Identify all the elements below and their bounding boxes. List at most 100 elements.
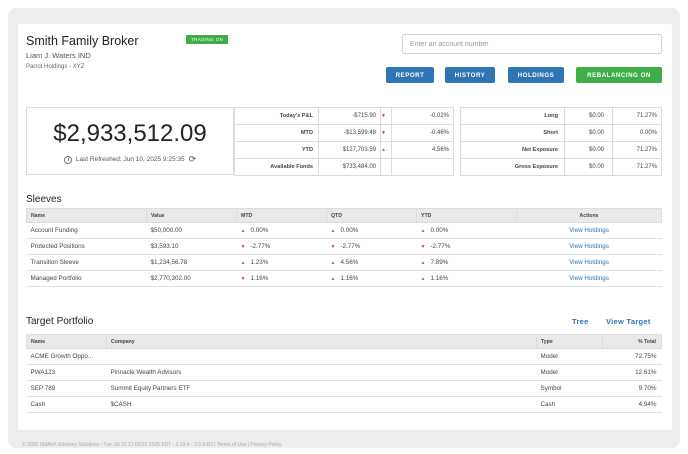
target-company: Pinnacle Wealth Advisors xyxy=(106,364,537,381)
arrow-up-icon: ▲ xyxy=(330,228,336,234)
pnl-table: Today's P&L -$715.90 ▼ -0.02% MTD -$13,5… xyxy=(234,107,455,176)
account-card: Smith Family Broker TRADING ON Liam J. W… xyxy=(18,24,672,430)
sleeve-name: Account Funding xyxy=(26,222,147,239)
exposure-row: Short $0.00 0.00% xyxy=(460,124,662,142)
arrow-down-icon: ▼ xyxy=(240,276,246,282)
pnl-value: -$13,599.48 xyxy=(318,124,381,142)
column-header: Type xyxy=(536,334,603,349)
pnl-value: $733,484.00 xyxy=(318,158,381,176)
view-holdings-link[interactable]: View Holdings xyxy=(569,259,609,266)
arrow-up-icon: ▲ xyxy=(420,260,426,266)
sleeve-mtd-value: -2.77% xyxy=(250,243,271,250)
pnl-value: -$715.90 xyxy=(318,107,381,125)
target-total: 4.94% xyxy=(602,396,662,413)
view-holdings-link[interactable]: View Holdings xyxy=(569,243,609,250)
column-header: QTD xyxy=(326,208,417,223)
account-search-input[interactable] xyxy=(402,34,662,54)
report-button[interactable]: REPORT xyxy=(386,67,434,83)
arrow-up-icon: ▲ xyxy=(330,260,336,266)
exposure-row: Gross Exposure $0.00 71.27% xyxy=(460,158,662,176)
view-target-link[interactable]: View Target xyxy=(606,317,651,326)
history-button[interactable]: HISTORY xyxy=(445,67,495,83)
column-header: Name xyxy=(26,334,107,349)
target-name: Cash xyxy=(26,396,107,413)
sleeve-ytd: ▼ -2.77% xyxy=(416,238,517,255)
table-row: Account Funding $50,000.00 ▲ 0.00% ▲ 0.00%… xyxy=(26,222,662,239)
sleeve-mtd: ▲ 0.00% xyxy=(236,222,327,239)
pnl-percent: -0.46% xyxy=(390,124,455,142)
sleeve-ytd: ▲ 7.89% xyxy=(416,254,517,271)
sleeve-ytd: ▲ 1.16% xyxy=(416,270,517,287)
target-portfolio-table: Name Company Type % Total ACME Growth Op… xyxy=(26,334,662,413)
exposure-label: Long xyxy=(460,107,565,125)
pnl-label: YTD xyxy=(234,141,319,159)
exposure-label: Gross Exposure xyxy=(460,158,565,176)
sleeve-action-cell: View Holdings xyxy=(516,222,662,239)
pnl-label: Today's P&L xyxy=(234,107,319,125)
sleeve-value: $2,770,302.00 xyxy=(146,270,237,287)
holdings-button[interactable]: HOLDINGS xyxy=(508,67,564,83)
column-header: Value xyxy=(146,208,237,223)
pnl-percent xyxy=(390,158,455,176)
arrow-up-icon: ▲ xyxy=(240,260,246,266)
portfolio-value: $2,933,512.09 xyxy=(53,120,207,147)
table-row: Managed Portfolio $2,770,302.00 ▼ 1.16% ▲… xyxy=(26,270,662,287)
rebalancing-button[interactable]: REBALANCING ON xyxy=(576,67,662,83)
exposure-value: $0.00 xyxy=(564,107,613,125)
target-company xyxy=(106,348,537,365)
sleeves-table: Name Value MTD QTD YTD Actions Account F… xyxy=(26,208,662,287)
last-refreshed-text: Last Refreshed: Jun 10, 2025 9:25:35 xyxy=(75,156,185,164)
pnl-row: YTD $127,703.59 ▲ 4.56% xyxy=(234,141,455,159)
sleeve-ytd-value: -2.77% xyxy=(430,243,451,250)
exposure-row: Long $0.00 71.27% xyxy=(460,107,662,125)
arrow-up-icon: ▲ xyxy=(420,276,426,282)
trading-status-badge: TRADING ON xyxy=(186,35,229,44)
exposure-row: Net Exposure $0.00 71.27% xyxy=(460,141,662,159)
exposure-value: $0.00 xyxy=(564,124,613,142)
pnl-row: Available Funds $733,484.00 xyxy=(234,158,455,176)
exposure-percent: 71.27% xyxy=(612,141,662,159)
pnl-percent: -0.02% xyxy=(390,107,455,125)
exposure-label: Net Exposure xyxy=(460,141,565,159)
exposure-percent: 71.27% xyxy=(612,158,662,176)
exposure-value: $0.00 xyxy=(564,158,613,176)
pnl-direction: ▼ xyxy=(380,107,392,125)
exposure-value: $0.00 xyxy=(564,141,613,159)
column-header: YTD xyxy=(416,208,517,223)
arrow-up-icon: ▲ xyxy=(330,276,336,282)
table-row: PWA123 Pinnacle Wealth Advisors Model 12… xyxy=(26,364,662,381)
arrow-up-icon: ▲ xyxy=(240,228,246,234)
pnl-row: MTD -$13,599.48 ▼ -0.46% xyxy=(234,124,455,142)
sleeves-title: Sleeves xyxy=(26,194,62,205)
sleeve-qtd-value: 0.00% xyxy=(340,227,359,234)
arrow-up-icon: ▲ xyxy=(420,228,426,234)
holdings-name: Parrot Holdings - XYZ xyxy=(26,64,85,70)
sleeve-qtd-value: 1.16% xyxy=(340,275,359,282)
refresh-icon[interactable]: ⟳ xyxy=(189,154,197,165)
pnl-row: Today's P&L -$715.90 ▼ -0.02% xyxy=(234,107,455,125)
clock-icon xyxy=(63,155,72,164)
sleeve-action-cell: View Holdings xyxy=(516,238,662,255)
view-holdings-link[interactable]: View Holdings xyxy=(569,227,609,234)
pnl-value: $127,703.59 xyxy=(318,141,381,159)
sleeve-qtd: ▲ 4.56% xyxy=(326,254,417,271)
exposure-percent: 0.00% xyxy=(612,124,662,142)
sleeve-mtd-value: 1.16% xyxy=(250,275,269,282)
target-type: Cash xyxy=(536,396,603,413)
target-portfolio-title: Target Portfolio xyxy=(26,316,94,327)
target-type: Symbol xyxy=(536,380,603,397)
arrow-down-icon: ▼ xyxy=(240,244,246,250)
exposure-label: Short xyxy=(460,124,565,142)
sleeve-mtd: ▲ 1.23% xyxy=(236,254,327,271)
portfolio-value-box: $2,933,512.09 Last Refreshed: Jun 10, 20… xyxy=(26,107,234,175)
sleeve-action-cell: View Holdings xyxy=(516,270,662,287)
column-header: Name xyxy=(26,208,147,223)
page-title: Smith Family Broker xyxy=(26,34,139,48)
column-header: Company xyxy=(106,334,537,349)
sleeve-qtd: ▲ 1.16% xyxy=(326,270,417,287)
pnl-label: MTD xyxy=(234,124,319,142)
column-header: MTD xyxy=(236,208,327,223)
tree-link[interactable]: Tree xyxy=(572,317,589,326)
view-holdings-link[interactable]: View Holdings xyxy=(569,275,609,282)
table-row: Protected Positions $3,593.10 ▼ -2.77% ▼ -… xyxy=(26,238,662,255)
